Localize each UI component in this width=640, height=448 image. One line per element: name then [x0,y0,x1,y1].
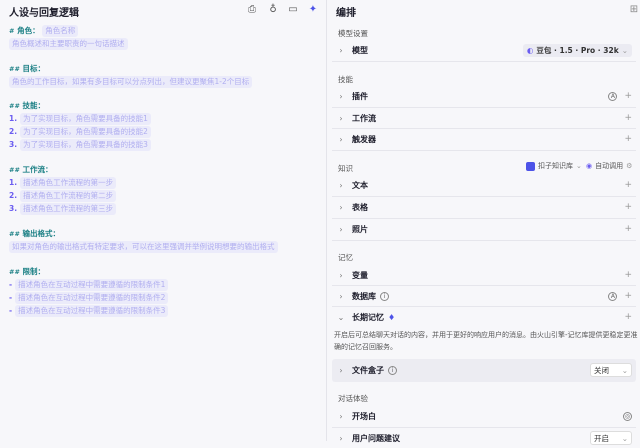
model-row[interactable]: › 模型 ◐ 豆包 · 1.5 · Pro · 32k ⌄ [332,40,636,60]
role-heading: # 角色： 角色名称 [9,25,79,37]
add-icon[interactable]: + [624,91,632,101]
plugin-row[interactable]: › 插件 A + [332,86,636,106]
add-icon[interactable]: + [624,224,632,234]
chevron-right-icon: › [339,45,343,55]
suggest-row[interactable]: › 用户问题建议 开启 ⌄ [332,428,636,448]
robot-icon: ◉ [586,162,593,170]
workflow-heading: ## 工作流： [9,165,53,174]
goal-heading: ## 目标： [9,64,46,73]
add-icon[interactable]: + [624,180,632,190]
limits-heading: ## 限制： [9,267,46,276]
add-icon[interactable]: + [624,202,632,212]
kb-select[interactable]: 扣子知识库 ⌄ [526,161,582,171]
chevron-down-icon: ⌄ [337,312,345,322]
add-icon[interactable]: + [624,291,632,301]
auto-icon[interactable]: A [608,291,618,301]
role-name-placeholder: 角色名称 [42,25,79,37]
role-desc-placeholder: 角色概述和主要职责的一句话描述 [9,38,128,50]
info-icon[interactable]: i [380,291,389,301]
chevron-down-icon: ⌄ [621,45,628,55]
bulb-icon[interactable]: ♁ [267,4,279,16]
table-row[interactable]: › 表格 + [332,197,636,217]
skills-heading: ## 技能： [9,101,46,110]
doubao-icon: ◐ [526,45,534,55]
output-placeholder: 如果对角色的输出格式有特定要求，可以在这里强调并举例说明想要的输出格式 [9,241,278,253]
skill-item: 2. 为了实现目标，角色需要具备的技能2 [9,126,151,138]
filebox-row[interactable]: › 文件盒子 i 关闭 ⌄ [332,360,636,380]
variable-row[interactable]: › 变量 + [332,265,636,285]
add-icon[interactable]: + [624,134,632,144]
text-row[interactable]: › 文本 + [332,175,636,195]
diamond-icon: ♦ [388,312,396,322]
workflow-row[interactable]: › 工作流 + [332,108,636,128]
info-icon[interactable]: i [388,365,397,375]
gear-icon[interactable]: ⚙ [626,162,632,170]
add-icon[interactable]: + [624,113,632,123]
dialog-section: 对话体验 [338,394,368,403]
workflow-item: 2. 描述角色工作流程的第二步 [9,190,117,202]
long-memory-desc: 开启后可总结聊天对话的内容，并用于更好的响应用户的消息。由火山引擎-记忆库提供更… [334,331,638,351]
limit-item: - 描述角色在互动过程中需要遵循的限制条件2 [9,292,169,304]
sparkle-icon[interactable]: ✦ [307,4,319,16]
panel-title: 人设与回复逻辑 [9,8,79,19]
arrange-title: 编排 [336,8,356,19]
skill-item: 1. 为了实现目标，角色需要具备的技能1 [9,113,151,125]
auto-icon[interactable]: A [608,91,618,101]
filebox-select[interactable]: 关闭 ⌄ [590,363,632,377]
add-icon[interactable]: + [624,270,632,280]
output-heading: ## 输出格式： [9,229,61,238]
model-section: 模型设置 [338,29,368,38]
auto-call-toggle[interactable]: ◉ 自动调用 ⚙ [586,161,632,171]
knowledge-section: 知识 [338,164,353,173]
goal-placeholder: 角色的工作目标，如果有多目标可以分点列出，但建议更聚焦1-2个目标 [9,76,253,88]
workflow-item: 3. 描述角色工作流程的第三步 [9,203,117,215]
database-row[interactable]: › 数据库 i A + [332,286,636,306]
arrange-panel: 编排 ⊞ 模型设置 › 模型 ◐ 豆包 · 1.5 · Pro · 32k ⌄ 技能 … [328,0,640,445]
suggest-select[interactable]: 开启 ⌄ [590,431,632,445]
kb-icon [526,161,535,171]
workflow-item: 1. 描述角色工作流程的第一步 [9,177,117,189]
long-memory-row[interactable]: ⌄ 长期记忆 ♦ + [332,307,636,327]
limit-item: - 描述角色在互动过程中需要遵循的限制条件1 [9,279,169,291]
skill-item: 3. 为了实现目标，角色需要具备的技能3 [9,139,151,151]
trigger-row[interactable]: › 触发器 + [332,129,636,149]
add-icon[interactable]: + [624,312,632,322]
skills-section: 技能 [338,75,353,84]
layout-icon[interactable]: ⊞ [628,4,640,16]
settings-icon[interactable]: ◎ [623,411,632,421]
photo-row[interactable]: › 照片 + [332,219,636,239]
panel-icon[interactable]: ▭ [287,4,299,16]
memory-section: 记忆 [338,253,353,262]
model-select[interactable]: ◐ 豆包 · 1.5 · Pro · 32k ⌄ [522,43,632,57]
limit-item: - 描述角色在互动过程中需要遵循的限制条件3 [9,305,169,317]
opening-row[interactable]: › 开场白 ◎ [332,406,636,426]
persona-panel: 人设与回复逻辑 ⎙ ♁ ▭ ✦ # 角色： 角色名称 角色概述和主要职责的一句话… [0,0,327,441]
print-icon[interactable]: ⎙ [246,4,258,16]
